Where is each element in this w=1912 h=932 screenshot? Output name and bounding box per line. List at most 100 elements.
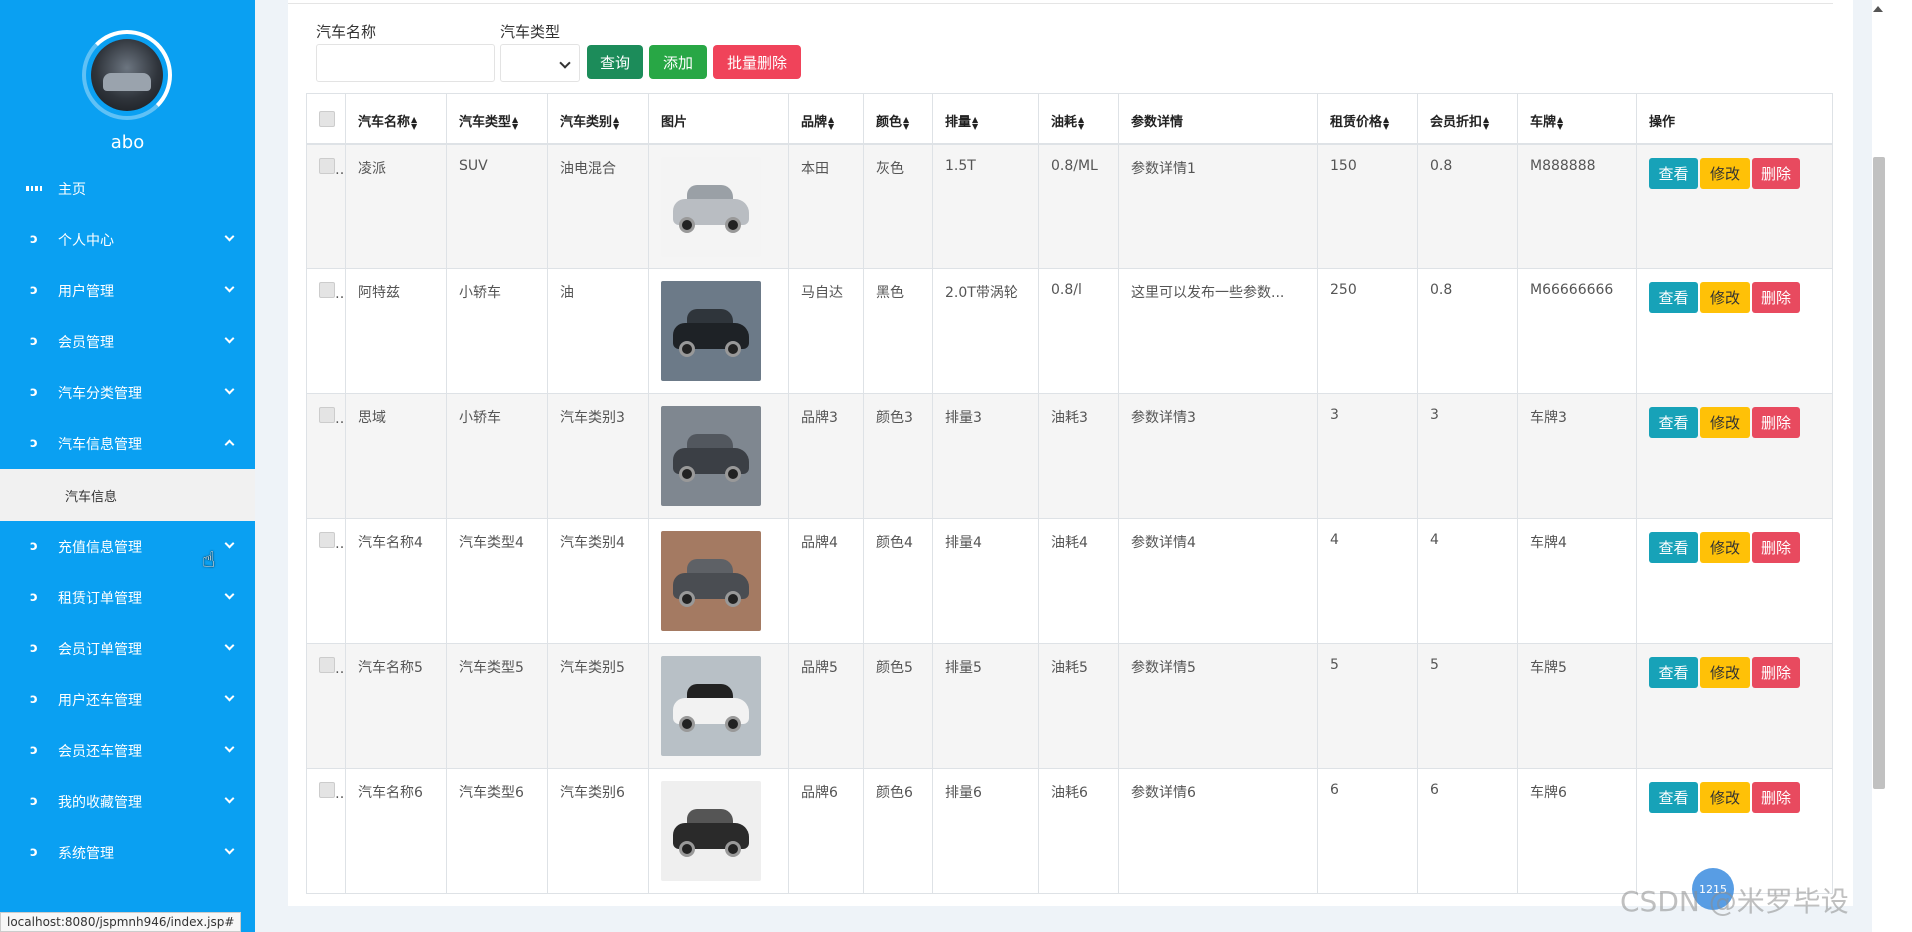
car-wheel (725, 466, 741, 482)
sidebar-item-home[interactable]: 主页 (0, 163, 255, 214)
view-button[interactable]: 查看 (1649, 407, 1698, 438)
cell-color: 颜色4 (863, 518, 933, 644)
cell-image (648, 393, 789, 519)
menu-icon: ↄ (30, 590, 38, 605)
delete-button[interactable]: 删除 (1752, 282, 1800, 313)
cell-discount: 0.8 (1417, 143, 1518, 269)
avatar[interactable] (82, 30, 172, 120)
view-button[interactable]: 查看 (1649, 532, 1698, 563)
view-button[interactable]: 查看 (1649, 282, 1698, 313)
header-car-name[interactable]: 汽车名称▲ ▼ (345, 93, 447, 145)
header-car-category[interactable]: 汽车类别▲ ▼ (547, 93, 649, 145)
car-image[interactable] (661, 156, 761, 257)
sidebar-item-member-order-management[interactable]: ↄ 会员订单管理 (0, 623, 255, 674)
cell-fuel: 0.8/ML (1038, 143, 1119, 269)
header-brand[interactable]: 品牌▲ ▼ (788, 93, 864, 145)
sidebar-subitem-car-info[interactable]: 汽车信息 (0, 469, 255, 521)
view-button[interactable]: 查看 (1649, 782, 1698, 813)
scroll-up-icon[interactable] (1873, 6, 1883, 12)
chevron-down-icon (224, 589, 235, 600)
view-button[interactable]: 查看 (1649, 157, 1698, 189)
view-button[interactable]: 查看 (1649, 657, 1698, 688)
row-checkbox[interactable] (319, 157, 335, 174)
hand-cursor-icon: ☝ (202, 548, 216, 573)
cell-car-name: 阿特兹 (345, 268, 447, 394)
cell-actions: 查看 修改 删除 (1636, 518, 1833, 644)
edit-button[interactable]: 修改 (1700, 657, 1750, 688)
sidebar-item-user-return-management[interactable]: ↄ 用户还车管理 (0, 674, 255, 725)
cell-image (648, 643, 789, 769)
sidebar-item-system-management[interactable]: ↄ 系统管理 (0, 827, 255, 878)
cell-displacement: 排量5 (932, 643, 1039, 769)
scrollbar-thumb[interactable] (1873, 157, 1885, 789)
car-image[interactable] (661, 281, 761, 381)
row-checkbox[interactable] (319, 282, 335, 298)
row-checkbox[interactable] (319, 657, 335, 673)
sidebar-item-recharge-management[interactable]: ↄ 充值信息管理 (0, 521, 255, 572)
edit-button[interactable]: 修改 (1700, 782, 1750, 813)
sidebar-item-car-info-management[interactable]: ↄ 汽车信息管理 (0, 418, 255, 469)
cell-displacement: 排量3 (932, 393, 1039, 519)
cell-fuel: 油耗5 (1038, 643, 1119, 769)
cell-car-name: 凌派 (345, 143, 447, 269)
chevron-down-icon (224, 640, 235, 651)
cell-actions: 查看 修改 删除 (1636, 268, 1833, 394)
edit-button[interactable]: 修改 (1700, 282, 1750, 313)
query-button[interactable]: 查询 (587, 45, 643, 79)
sidebar-item-car-category-management[interactable]: ↄ 汽车分类管理 (0, 367, 255, 418)
row-checkbox[interactable] (319, 532, 335, 548)
cell-brand: 品牌6 (788, 768, 864, 894)
cell-displacement: 1.5T (932, 143, 1039, 269)
select-all-checkbox[interactable] (319, 111, 335, 127)
car-name-input[interactable] (316, 44, 495, 82)
sidebar-item-label: 主页 (58, 181, 86, 198)
sidebar-item-member-management[interactable]: ↄ 会员管理 (0, 316, 255, 367)
row-checkbox[interactable] (319, 407, 335, 423)
sidebar-item-user-management[interactable]: ↄ 用户管理 (0, 265, 255, 316)
edit-button[interactable]: 修改 (1700, 407, 1750, 438)
car-type-select[interactable] (500, 44, 580, 82)
row-checkbox[interactable] (319, 782, 335, 798)
sidebar-item-rental-order-management[interactable]: ↄ 租赁订单管理 (0, 572, 255, 623)
cell-discount: 3 (1417, 393, 1518, 519)
header-displacement[interactable]: 排量▲ ▼ (932, 93, 1039, 145)
delete-button[interactable]: 删除 (1752, 532, 1800, 563)
car-image[interactable] (661, 656, 761, 756)
cell-actions: 查看 修改 删除 (1636, 393, 1833, 519)
car-image[interactable] (661, 406, 761, 506)
header-price[interactable]: 租赁价格▲ ▼ (1317, 93, 1418, 145)
sidebar-item-personal-center[interactable]: ↄ 个人中心 (0, 214, 255, 265)
username: abo (110, 132, 145, 153)
header-car-type[interactable]: 汽车类型▲ ▼ (446, 93, 548, 145)
delete-button[interactable]: 删除 (1752, 782, 1800, 813)
header-color[interactable]: 颜色▲ ▼ (863, 93, 933, 145)
header-fuel[interactable]: 油耗▲ ▼ (1038, 93, 1119, 145)
cell-plate: M66666666 (1517, 268, 1637, 394)
chevron-down-icon (224, 282, 235, 293)
cell-car-category: 汽车类别5 (547, 643, 649, 769)
row-actions: 查看 修改 删除 (1649, 657, 1820, 688)
delete-button[interactable]: 删除 (1752, 657, 1800, 688)
sidebar-item-favorites-management[interactable]: ↄ 我的收藏管理 (0, 776, 255, 827)
table-row: 汽车名称5 汽车类型5 汽车类别5 品牌5 颜色5 排量5 油耗5 参数详情5 5 5 车牌5 查看修… (306, 643, 1833, 769)
chevron-down-icon (224, 742, 235, 753)
header-plate[interactable]: 车牌▲ ▼ (1517, 93, 1637, 145)
cell-brand: 品牌4 (788, 518, 864, 644)
cell-car-category: 汽车类别3 (547, 393, 649, 519)
batch-delete-button[interactable]: 批量删除 (713, 45, 801, 79)
cell-price: 6 (1317, 768, 1418, 894)
edit-button[interactable]: 修改 (1700, 157, 1750, 189)
edit-button[interactable]: 修改 (1700, 532, 1750, 563)
add-button[interactable]: 添加 (649, 45, 707, 79)
sidebar-item-member-return-management[interactable]: ↄ 会员还车管理 (0, 725, 255, 776)
delete-button[interactable]: 删除 (1752, 157, 1800, 189)
car-image[interactable] (661, 781, 761, 881)
table-row: 凌派 SUV 油电混合 本田 灰色 1.5T 0.8/ML 参数详情1 150 0.8 M88888… (306, 143, 1833, 269)
car-name-label: 汽车名称 (316, 23, 377, 41)
delete-button[interactable]: 删除 (1752, 407, 1800, 438)
car-wheel (725, 216, 741, 233)
header-discount[interactable]: 会员折扣▲ ▼ (1417, 93, 1518, 145)
sort-icon: ▲ ▼ (972, 114, 979, 131)
cell-price: 5 (1317, 643, 1418, 769)
car-image[interactable] (661, 531, 761, 631)
